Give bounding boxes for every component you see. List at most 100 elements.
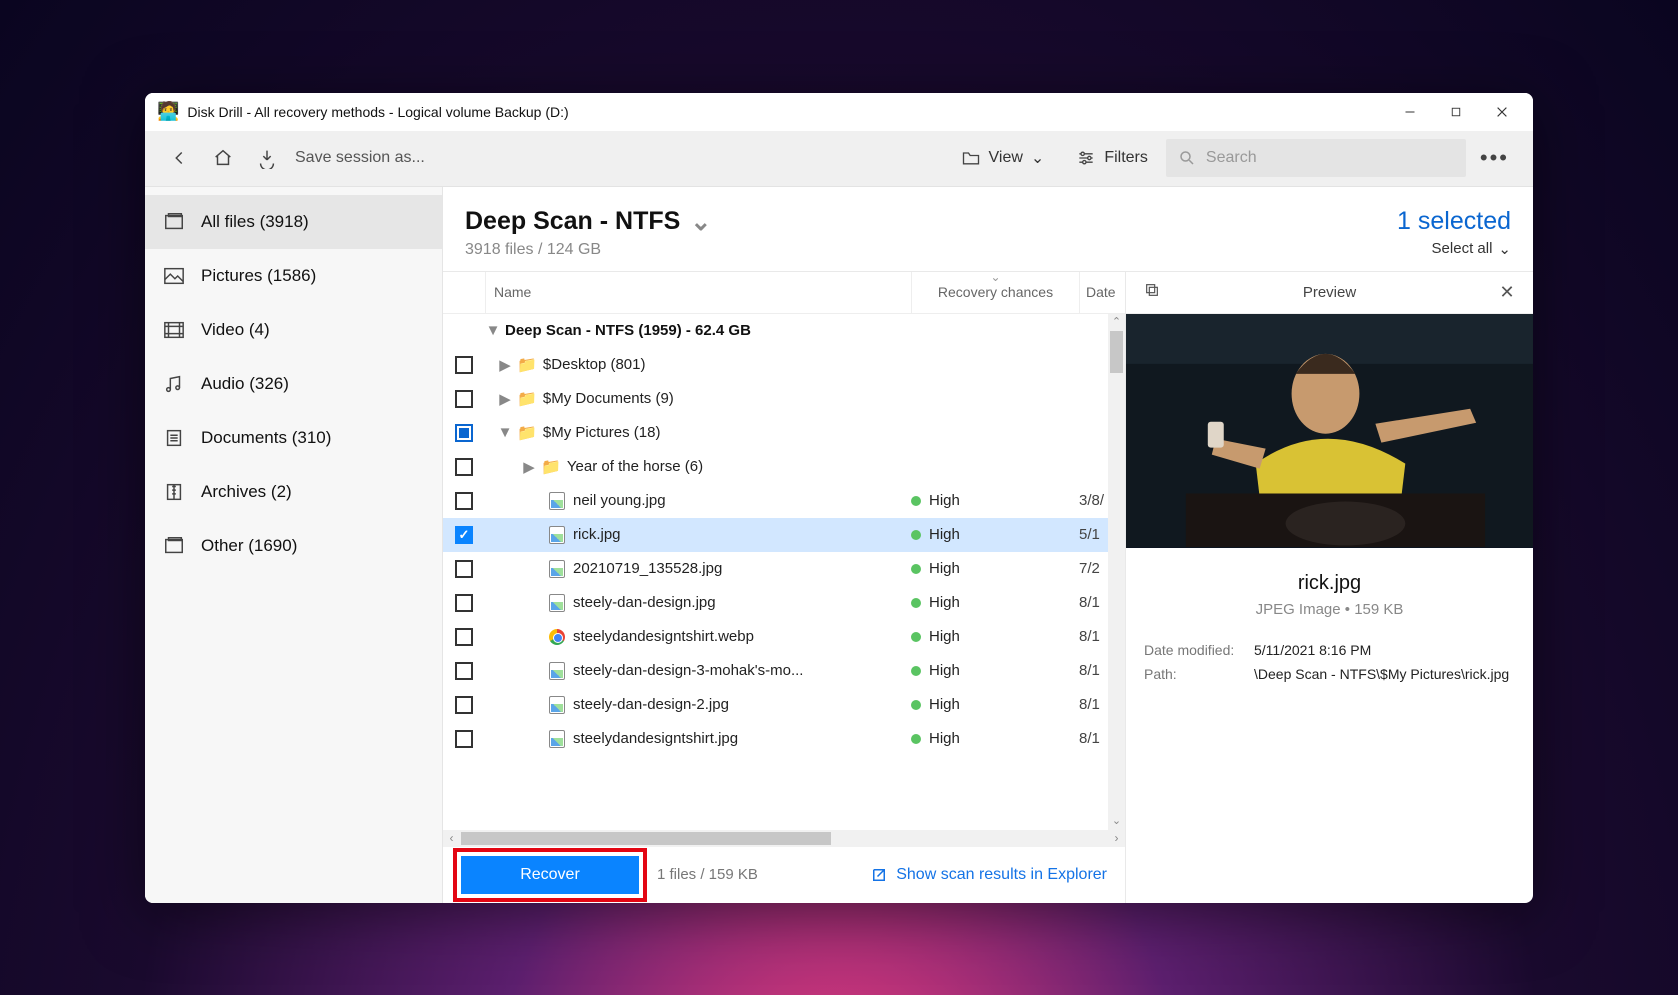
row-checkbox[interactable] (455, 526, 473, 544)
recover-button[interactable]: Recover (461, 856, 639, 894)
row-checkbox[interactable] (455, 560, 473, 578)
scrollbar-thumb[interactable] (461, 832, 831, 845)
sidebar-item-other[interactable]: Other (1690) (145, 519, 442, 573)
preview-close-button[interactable]: ✕ (1495, 282, 1519, 303)
sidebar-item-pictures[interactable]: Pictures (1586) (145, 249, 442, 303)
back-button[interactable] (159, 138, 199, 178)
sliders-icon (1076, 149, 1096, 167)
search-box[interactable] (1166, 139, 1466, 177)
recovery-chance: High (929, 730, 960, 747)
folder-icon (961, 149, 981, 167)
app-window: 🧑‍💻 Disk Drill - All recovery methods - … (145, 93, 1533, 903)
table-row[interactable]: steely-dan-design.jpgHigh8/1 (443, 586, 1125, 620)
more-options-button[interactable]: ••• (1470, 145, 1519, 171)
scan-title-dropdown[interactable]: Deep Scan - NTFS ⌄ (465, 207, 711, 237)
recovery-chance: High (929, 628, 960, 645)
back-arrow-icon (168, 147, 190, 169)
row-checkbox[interactable] (455, 458, 473, 476)
minimize-button[interactable] (1387, 96, 1433, 128)
footer-bar: Recover 1 files / 159 KB Show scan resul… (443, 847, 1125, 903)
table-row[interactable]: ▼📁$My Pictures (18) (443, 416, 1125, 450)
disclosure-triangle-icon[interactable]: ▶ (497, 356, 513, 374)
column-recovery[interactable]: Recovery chances (911, 272, 1079, 313)
document-icon (163, 428, 185, 448)
table-row[interactable]: steely-dan-design-3-mohak's-mo...High8/1 (443, 654, 1125, 688)
status-dot-icon (911, 666, 921, 676)
image-file-icon (549, 560, 565, 578)
filters-button[interactable]: Filters (1062, 138, 1162, 178)
row-checkbox[interactable] (455, 356, 473, 374)
table-row[interactable]: ▶📁Year of the horse (6) (443, 450, 1125, 484)
table-row[interactable]: 20210719_135528.jpgHigh7/2 (443, 552, 1125, 586)
recovery-chance: High (929, 526, 960, 543)
home-button[interactable] (203, 138, 243, 178)
image-file-icon (549, 492, 565, 510)
window-title: Disk Drill - All recovery methods - Logi… (187, 104, 1387, 120)
disclosure-triangle-icon[interactable]: ▶ (497, 390, 513, 408)
search-input[interactable] (1206, 149, 1454, 167)
save-session-button[interactable] (247, 138, 287, 178)
view-dropdown[interactable]: View ⌄ (947, 138, 1059, 178)
status-dot-icon (911, 598, 921, 608)
group-row[interactable]: ▼ Deep Scan - NTFS (1959) - 62.4 GB (443, 314, 1125, 348)
row-name: steely-dan-design.jpg (573, 594, 716, 611)
image-file-icon (549, 696, 565, 714)
home-icon (212, 147, 234, 169)
folder-icon: 📁 (517, 423, 537, 443)
show-in-explorer-link[interactable]: Show scan results in Explorer (870, 866, 1107, 884)
archive-icon (163, 482, 185, 502)
row-checkbox[interactable] (455, 662, 473, 680)
sidebar-item-video[interactable]: Video (4) (145, 303, 442, 357)
row-checkbox[interactable] (455, 594, 473, 612)
image-file-icon (549, 730, 565, 748)
preview-pane: Preview ✕ (1125, 272, 1533, 903)
body: All files (3918) Pictures (1586) Video (… (145, 187, 1533, 903)
detail-row: Date modified: 5/11/2021 8:16 PM (1144, 642, 1515, 658)
sidebar-item-documents[interactable]: Documents (310) (145, 411, 442, 465)
table-row[interactable]: ▶📁$Desktop (801) (443, 348, 1125, 382)
table-row[interactable]: steelydandesigntshirt.webpHigh8/1 (443, 620, 1125, 654)
column-date[interactable]: Date (1079, 272, 1125, 313)
sidebar-item-audio[interactable]: Audio (326) (145, 357, 442, 411)
recovery-chance: High (929, 560, 960, 577)
close-button[interactable] (1479, 96, 1525, 128)
disclosure-triangle-icon[interactable]: ▶ (521, 458, 537, 476)
table-row[interactable]: steelydandesigntshirt.jpgHigh8/1 (443, 722, 1125, 756)
main-area: Deep Scan - NTFS ⌄ 3918 files / 124 GB 1… (443, 187, 1533, 903)
audio-icon (163, 374, 185, 394)
vertical-scrollbar[interactable] (1108, 314, 1125, 830)
file-list-pane: Name Recovery chances Date ▼ Deep Scan -… (443, 272, 1125, 903)
preview-image (1126, 314, 1533, 548)
titlebar: 🧑‍💻 Disk Drill - All recovery methods - … (145, 93, 1533, 131)
table-row[interactable]: neil young.jpgHigh3/8/ (443, 484, 1125, 518)
table-row[interactable]: steely-dan-design-2.jpgHigh8/1 (443, 688, 1125, 722)
table-row[interactable]: rick.jpgHigh5/1 (443, 518, 1125, 552)
footer-info: 1 files / 159 KB (657, 866, 758, 883)
table-row[interactable]: ▶📁$My Documents (9) (443, 382, 1125, 416)
image-file-icon (549, 526, 565, 544)
row-name: steely-dan-design-3-mohak's-mo... (573, 662, 803, 679)
preview-maximize-button[interactable] (1140, 282, 1164, 303)
row-checkbox[interactable] (455, 696, 473, 714)
row-checkbox[interactable] (455, 390, 473, 408)
recovery-chance: High (929, 662, 960, 679)
sidebar-item-all-files[interactable]: All files (3918) (145, 195, 442, 249)
horizontal-scrollbar[interactable] (443, 830, 1125, 847)
row-checkbox[interactable] (455, 730, 473, 748)
sidebar-item-archives[interactable]: Archives (2) (145, 465, 442, 519)
select-all-dropdown[interactable]: Select all ⌄ (1397, 240, 1511, 258)
disclosure-triangle-icon[interactable]: ▼ (485, 322, 501, 339)
image-file-icon (549, 594, 565, 612)
row-checkbox[interactable] (455, 492, 473, 510)
row-checkbox[interactable] (455, 424, 473, 442)
scrollbar-thumb[interactable] (1110, 331, 1123, 373)
row-name: neil young.jpg (573, 492, 666, 509)
row-name: steely-dan-design-2.jpg (573, 696, 729, 713)
selected-count: 1 selected (1397, 207, 1511, 236)
chevron-down-icon: ⌄ (1031, 148, 1044, 168)
folder-icon: 📁 (517, 389, 537, 409)
row-checkbox[interactable] (455, 628, 473, 646)
maximize-button[interactable] (1433, 96, 1479, 128)
column-name[interactable]: Name (485, 272, 911, 313)
disclosure-triangle-icon[interactable]: ▼ (497, 424, 513, 441)
